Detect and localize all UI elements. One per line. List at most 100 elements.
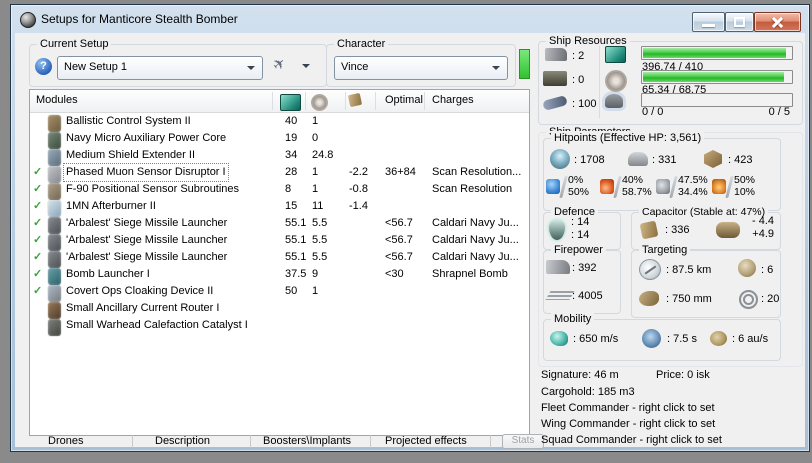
scan-resolution-value: : 750 mm [666, 293, 712, 305]
ship-menu-chevron-icon[interactable] [302, 64, 310, 68]
module-name: 'Arbalest' Siege Missile Launcher [66, 234, 228, 246]
bottom-tab-bar: Drones Description Boosters\Implants Pro… [29, 434, 544, 449]
module-powergrid: 5.5 [312, 217, 328, 229]
module-optimal: <56.7 [385, 251, 413, 263]
module-name: Small Warhead Calefaction Catalyst I [66, 319, 248, 331]
warp-speed-icon [710, 331, 727, 346]
squad-commander-text[interactable]: Squad Commander - right click to set [541, 434, 722, 446]
signature-text: Signature: 46 m [541, 369, 619, 381]
warp-speed-value: : 6 au/s [732, 333, 769, 345]
capacitor-peak: - 4.4 [751, 215, 774, 227]
module-row[interactable]: Ballistic Control System II 40 1 [30, 113, 529, 132]
tab-projected-effects[interactable]: Projected effects [385, 435, 467, 447]
defence-value-2: : 14 [571, 229, 590, 241]
setup-select-value: New Setup 1 [64, 61, 127, 73]
turret-hardpoints-icon [545, 48, 567, 61]
em-resist-shield: 0% [568, 174, 584, 186]
module-row[interactable]: ✓ 'Arbalest' Siege Missile Launcher 55.1… [30, 249, 529, 268]
module-name: 'Arbalest' Siege Missile Launcher [66, 251, 228, 263]
stats-button[interactable]: Stats [502, 434, 544, 449]
character-skills-indicator [519, 49, 530, 79]
armor-hp-icon [628, 152, 648, 166]
module-row[interactable]: Small Ancillary Current Router I [30, 300, 529, 319]
turret-hardpoints-value: : 2 [572, 50, 585, 62]
scan-resolution-icon [639, 291, 659, 306]
module-charges: Caldari Navy Ju... [432, 234, 519, 246]
charges-column-header[interactable]: Charges [432, 94, 474, 106]
capacitor-column-icon[interactable] [347, 92, 363, 108]
module-charges: Caldari Navy Ju... [432, 217, 519, 229]
module-row[interactable]: Navy Micro Auxiliary Power Core 19 0 [30, 130, 529, 149]
character-label: Character [334, 37, 389, 51]
calibration-icon [542, 95, 568, 111]
modules-column-header[interactable]: Modules [36, 94, 78, 106]
close-button[interactable] [754, 12, 801, 32]
ship-print-icon[interactable]: ✈ [269, 53, 290, 75]
module-row[interactable]: ✓ 'Arbalest' Siege Missile Launcher 55.1… [30, 232, 529, 251]
module-row[interactable]: ✓ F-90 Positional Sensor Subroutines 8 1… [30, 181, 529, 200]
module-cpu: 28 [285, 166, 298, 178]
fleet-commander-text[interactable]: Fleet Commander - right click to set [541, 402, 715, 414]
em-resist-icon [546, 179, 560, 194]
module-name: Medium Shield Extender II [66, 149, 196, 161]
module-row[interactable]: ✓ Covert Ops Cloaking Device II 50 1 [30, 283, 529, 302]
modules-header: Modules Optimal Charges [30, 90, 529, 113]
tab-description[interactable]: Description [155, 435, 210, 447]
cpu-bar-fill [643, 48, 787, 58]
module-powergrid: 0 [312, 132, 319, 144]
module-name: Navy Micro Auxiliary Power Core [66, 132, 227, 144]
app-icon [20, 12, 36, 28]
explosive-resist-shield: 50% [734, 174, 756, 186]
help-icon[interactable]: ? [35, 58, 52, 75]
tab-boosters-implants[interactable]: Boosters\Implants [263, 435, 351, 447]
cpu-column-icon[interactable] [280, 94, 301, 111]
module-row[interactable]: ✓ 'Arbalest' Siege Missile Launcher 55.1… [30, 215, 529, 234]
active-check-icon: ✓ [33, 166, 43, 178]
hitpoints-group: Hitpoints (Effective HP: 3,561) : 1708 :… [543, 131, 781, 211]
powergrid-icon [605, 70, 627, 92]
cpu-bar [641, 46, 793, 60]
setup-select[interactable]: New Setup 1 [57, 56, 263, 80]
module-row[interactable]: Small Warhead Calefaction Catalyst I [30, 317, 529, 336]
tab-drones[interactable]: Drones [48, 435, 83, 447]
module-cpu: 15 [285, 200, 298, 212]
module-optimal: <56.7 [385, 217, 413, 229]
wing-commander-text[interactable]: Wing Commander - right click to set [541, 418, 715, 430]
module-name: Covert Ops Cloaking Device II [66, 285, 214, 297]
defence-value-1: : 14 [571, 216, 590, 228]
optimal-column-header[interactable]: Optimal [385, 94, 423, 106]
firepower-turret-icon [546, 260, 570, 274]
max-velocity-icon [550, 331, 568, 346]
module-row[interactable]: ✓ 1MN Afterburner II 15 11 -1.4 [30, 198, 529, 217]
targeting-label: Targeting [639, 243, 691, 257]
powergrid-bar [641, 70, 793, 84]
armor-hp-value: : 331 [652, 154, 677, 166]
module-cpu: 55.1 [285, 217, 307, 229]
active-check-icon: ✓ [33, 200, 43, 212]
align-time-icon [642, 329, 661, 348]
character-select[interactable]: Vince [334, 56, 508, 80]
chevron-down-icon [247, 66, 255, 70]
active-check-icon: ✓ [33, 268, 43, 280]
launcher-hardpoints-icon [543, 71, 567, 86]
active-check-icon: ✓ [33, 285, 43, 297]
hitpoints-label: Hitpoints (Effective HP: 3,561) [551, 131, 705, 145]
minimize-button[interactable] [692, 12, 725, 32]
module-charges [432, 198, 527, 215]
module-row[interactable]: Medium Shield Extender II 34 24.8 [30, 147, 529, 166]
active-check-icon: ✓ [33, 183, 43, 195]
targeting-range-value: : 87.5 km [666, 264, 712, 276]
structure-hp-icon [704, 150, 722, 168]
module-row[interactable]: ✓ Bomb Launcher I 37.5 9 <30 Shrapnel Bo… [30, 266, 529, 285]
module-row[interactable]: ✓ Phased Muon Sensor Disruptor I 28 1 -2… [30, 163, 529, 183]
title-bar[interactable]: Setups for Manticore Stealth Bomber [11, 5, 809, 33]
maximize-button[interactable] [725, 12, 754, 32]
powergrid-column-icon[interactable] [311, 94, 328, 111]
module-optimal: 36+84 [385, 166, 416, 178]
module-charges: Shrapnel Bomb [432, 268, 508, 280]
module-powergrid: 5.5 [312, 234, 328, 246]
firepower-volley-icon [545, 291, 575, 300]
mobility-group: Mobility : 650 m/s : 7.5 s : 6 au/s [543, 312, 781, 361]
max-targets-value: : 20 [761, 293, 780, 305]
firepower-dps-value: : 392 [572, 262, 597, 274]
